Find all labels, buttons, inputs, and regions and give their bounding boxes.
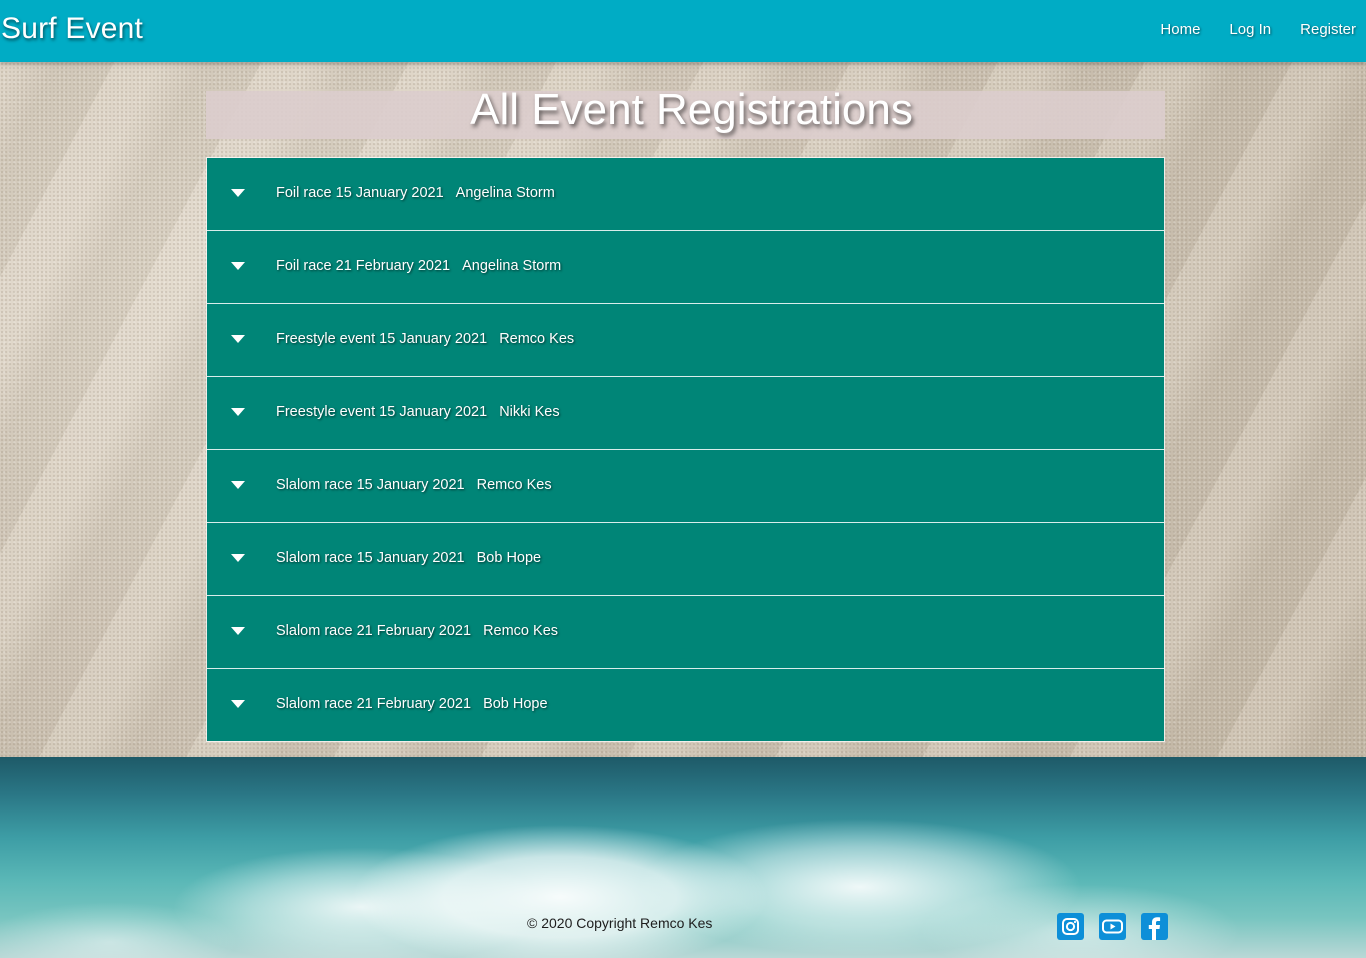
caret-down-icon	[231, 262, 245, 270]
registration-name: Remco Kes	[483, 623, 559, 639]
registration-name: Nikki Kes	[499, 404, 560, 420]
registration-name: Remco Kes	[476, 477, 552, 493]
registration-event: Slalom race 21 February 2021	[276, 623, 472, 639]
footer: © 2020 Copyright Remco Kes	[0, 886, 1366, 958]
registration-event: Slalom race 21 February 2021	[276, 696, 472, 712]
caret-down-icon	[231, 408, 245, 416]
registration-label: Slalom race 15 January 2021 Bob Hope	[276, 550, 541, 566]
registration-event: Slalom race 15 January 2021	[276, 550, 465, 566]
social-links	[1057, 913, 1168, 940]
registration-item[interactable]: Slalom race 21 February 2021 Bob Hope	[207, 669, 1164, 741]
nav-login-link[interactable]: Log In	[1229, 21, 1271, 38]
brand-logo[interactable]: Surf Event	[1, 12, 143, 46]
registration-event: Freestyle event 15 January 2021	[276, 404, 488, 420]
registration-label: Foil race 15 January 2021 Angelina Storm	[276, 185, 555, 201]
registration-item[interactable]: Slalom race 21 February 2021 Remco Kes	[207, 596, 1164, 669]
registration-label: Foil race 21 February 2021 Angelina Storm	[276, 258, 561, 274]
copyright-text: © 2020 Copyright Remco Kes	[527, 915, 713, 931]
registration-event: Foil race 15 January 2021	[276, 185, 444, 201]
registration-label: Slalom race 15 January 2021 Remco Kes	[276, 477, 552, 493]
registration-name: Angelina Storm	[455, 185, 555, 201]
navbar: Surf Event Home Log In Register	[0, 0, 1366, 62]
nav-links: Home Log In Register	[1160, 21, 1356, 38]
caret-down-icon	[231, 627, 245, 635]
registration-item[interactable]: Foil race 21 February 2021 Angelina Storm	[207, 231, 1164, 304]
registration-item[interactable]: Foil race 15 January 2021 Angelina Storm	[207, 158, 1164, 231]
nav-home-link[interactable]: Home	[1160, 21, 1200, 38]
registration-event: Slalom race 15 January 2021	[276, 477, 465, 493]
caret-down-icon	[231, 554, 245, 562]
registration-item[interactable]: Slalom race 15 January 2021 Remco Kes	[207, 450, 1164, 523]
caret-down-icon	[231, 189, 245, 197]
registration-event: Foil race 21 February 2021	[276, 258, 451, 274]
registration-name: Remco Kes	[499, 331, 575, 347]
youtube-icon[interactable]	[1099, 913, 1126, 940]
registration-name: Angelina Storm	[462, 258, 562, 274]
page-title: All Event Registrations	[470, 85, 913, 134]
caret-down-icon	[231, 700, 245, 708]
registration-label: Freestyle event 15 January 2021 Remco Kes	[276, 331, 574, 347]
facebook-icon[interactable]	[1141, 913, 1168, 940]
registration-label: Freestyle event 15 January 2021 Nikki Kes	[276, 404, 560, 420]
registration-item[interactable]: Slalom race 15 January 2021 Bob Hope	[207, 523, 1164, 596]
caret-down-icon	[231, 335, 245, 343]
registration-item[interactable]: Freestyle event 15 January 2021 Remco Kes	[207, 304, 1164, 377]
registration-label: Slalom race 21 February 2021 Remco Kes	[276, 623, 558, 639]
registration-event: Freestyle event 15 January 2021	[276, 331, 488, 347]
nav-register-link[interactable]: Register	[1300, 21, 1356, 38]
registration-item[interactable]: Freestyle event 15 January 2021 Nikki Kes	[207, 377, 1164, 450]
caret-down-icon	[231, 481, 245, 489]
title-box: All Event Registrations	[206, 85, 1165, 139]
registration-label: Slalom race 21 February 2021 Bob Hope	[276, 696, 548, 712]
registrations-accordion: Foil race 15 January 2021 Angelina Storm …	[206, 157, 1165, 742]
registration-name: Bob Hope	[483, 696, 548, 712]
instagram-icon[interactable]	[1057, 913, 1084, 940]
registration-name: Bob Hope	[476, 550, 542, 566]
